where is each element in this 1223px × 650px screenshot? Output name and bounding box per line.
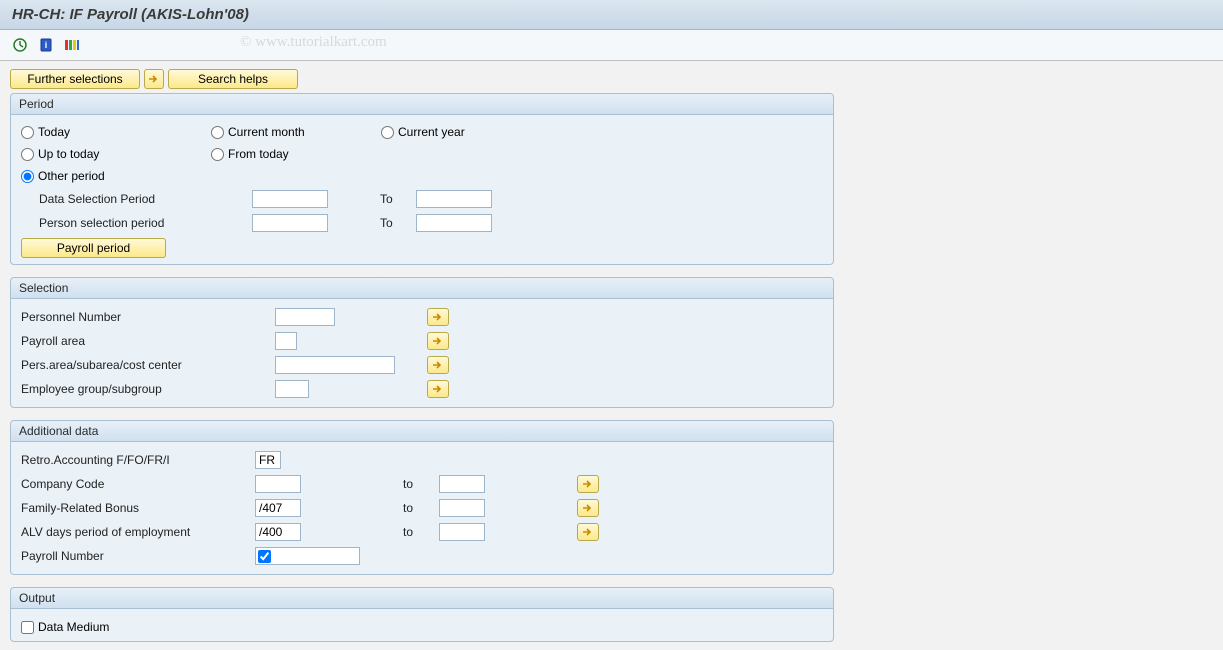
selection-group-title: Selection	[11, 278, 833, 299]
retro-accounting-label: Retro.Accounting F/FO/FR/I	[21, 453, 249, 467]
svg-text:i: i	[45, 40, 48, 50]
alv-multi-button[interactable]	[577, 523, 599, 541]
payroll-area-label: Payroll area	[21, 334, 269, 348]
family-bonus-label: Family-Related Bonus	[21, 501, 249, 515]
family-bonus-from-input[interactable]	[255, 499, 301, 517]
radio-from-today[interactable]: From today	[211, 147, 381, 161]
emp-group-input[interactable]	[275, 380, 309, 398]
data-medium-checkbox[interactable]	[21, 621, 34, 634]
emp-group-label: Employee group/subgroup	[21, 382, 269, 396]
alv-from-input[interactable]	[255, 523, 301, 541]
payroll-number-input[interactable]	[271, 549, 357, 563]
person-selection-to-input[interactable]	[416, 214, 492, 232]
data-selection-to-input[interactable]	[416, 190, 492, 208]
to-label-1: To	[380, 192, 410, 206]
payroll-area-multi-button[interactable]	[427, 332, 449, 350]
radio-current-month-label: Current month	[228, 125, 305, 139]
family-bonus-to-label: to	[403, 501, 433, 515]
radio-other-period[interactable]: Other period	[21, 169, 211, 183]
company-code-to-input[interactable]	[439, 475, 485, 493]
data-selection-from-input[interactable]	[252, 190, 328, 208]
additional-data-title: Additional data	[11, 421, 833, 442]
pers-area-input[interactable]	[275, 356, 395, 374]
company-code-to-label: to	[403, 477, 433, 491]
variant-icon[interactable]	[62, 36, 82, 54]
personnel-number-input[interactable]	[275, 308, 335, 326]
info-icon[interactable]: i	[36, 36, 56, 54]
radio-up-to-today[interactable]: Up to today	[21, 147, 211, 161]
personnel-number-label: Personnel Number	[21, 310, 269, 324]
content-area: Further selections Search helps Period T…	[0, 61, 1223, 650]
alv-to-label: to	[403, 525, 433, 539]
payroll-period-button[interactable]: Payroll period	[21, 238, 166, 258]
radio-from-today-label: From today	[228, 147, 289, 161]
to-label-2: To	[380, 216, 410, 230]
retro-accounting-input[interactable]	[255, 451, 281, 469]
data-selection-period-label: Data Selection Period	[21, 192, 246, 206]
data-medium-label: Data Medium	[38, 620, 109, 634]
payroll-area-input[interactable]	[275, 332, 297, 350]
page-title: HR-CH: IF Payroll (AKIS-Lohn'08)	[0, 0, 1223, 30]
company-code-multi-button[interactable]	[577, 475, 599, 493]
search-helps-arrow-icon[interactable]	[144, 69, 164, 89]
alv-to-input[interactable]	[439, 523, 485, 541]
radio-up-to-today-label: Up to today	[38, 147, 99, 161]
app-toolbar: i © www.tutorialkart.com	[0, 30, 1223, 61]
payroll-number-checkbox[interactable]	[258, 550, 271, 563]
data-medium-checkbox-row[interactable]: Data Medium	[21, 620, 109, 634]
output-group: Output Data Medium	[10, 587, 834, 642]
period-group: Period Today Current month Current year …	[10, 93, 834, 265]
radio-current-year-label: Current year	[398, 125, 465, 139]
further-selections-button[interactable]: Further selections	[10, 69, 140, 89]
company-code-from-input[interactable]	[255, 475, 301, 493]
payroll-number-label: Payroll Number	[21, 549, 249, 563]
person-selection-from-input[interactable]	[252, 214, 328, 232]
payroll-number-field[interactable]	[255, 547, 360, 565]
family-bonus-to-input[interactable]	[439, 499, 485, 517]
execute-icon[interactable]	[10, 36, 30, 54]
radio-today[interactable]: Today	[21, 125, 211, 139]
pers-area-multi-button[interactable]	[427, 356, 449, 374]
output-group-title: Output	[11, 588, 833, 609]
person-selection-period-label: Person selection period	[21, 216, 246, 230]
emp-group-multi-button[interactable]	[427, 380, 449, 398]
family-bonus-multi-button[interactable]	[577, 499, 599, 517]
period-group-title: Period	[11, 94, 833, 115]
selection-group: Selection Personnel Number Payroll area …	[10, 277, 834, 408]
additional-data-group: Additional data Retro.Accounting F/FO/FR…	[10, 420, 834, 575]
radio-current-month[interactable]: Current month	[211, 125, 381, 139]
pers-area-label: Pers.area/subarea/cost center	[21, 358, 269, 372]
radio-current-year[interactable]: Current year	[381, 125, 465, 139]
alv-days-label: ALV days period of employment	[21, 525, 249, 539]
radio-other-period-label: Other period	[38, 169, 105, 183]
search-helps-button[interactable]: Search helps	[168, 69, 298, 89]
company-code-label: Company Code	[21, 477, 249, 491]
radio-today-label: Today	[38, 125, 70, 139]
watermark-text: © www.tutorialkart.com	[240, 34, 387, 51]
personnel-number-multi-button[interactable]	[427, 308, 449, 326]
